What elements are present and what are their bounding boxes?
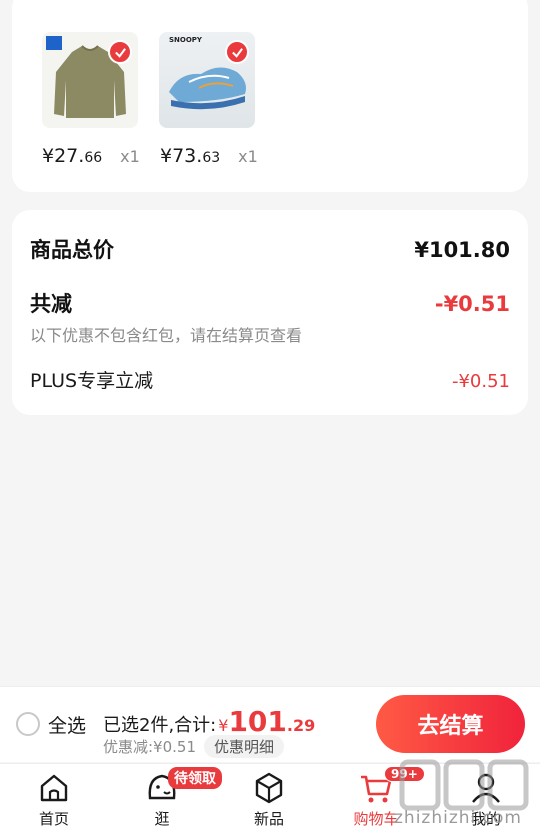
discount-note: 以下优惠不包含红包，请在结算页查看 bbox=[30, 326, 303, 345]
selected-text: 已选2件,合计: bbox=[103, 715, 217, 736]
selected-check-icon[interactable] bbox=[108, 40, 132, 64]
home-icon bbox=[40, 774, 68, 802]
tab-new-label: 新品 bbox=[253, 810, 284, 828]
cube-icon bbox=[255, 772, 283, 804]
total-fraction: .29 bbox=[286, 716, 316, 735]
cart-item-thumbnail[interactable] bbox=[42, 32, 138, 128]
item-price: ¥27. 66 x1 bbox=[42, 145, 140, 167]
discount-line: 优惠减:¥0.51 优惠明细 bbox=[103, 735, 285, 758]
item-quantity: x1 bbox=[238, 147, 258, 166]
price-decimal: 63 bbox=[202, 150, 221, 166]
total-row: 商品总价 ¥101.80 bbox=[30, 234, 510, 264]
item-quantity: x1 bbox=[120, 147, 140, 166]
tab-cart-label: 购物车 bbox=[353, 810, 399, 828]
tab-home[interactable]: 首页 bbox=[14, 764, 94, 836]
item-price: ¥73. 63 x1 bbox=[160, 145, 258, 167]
tab-home-label: 首页 bbox=[38, 810, 69, 828]
reduce-row: 共减 -¥0.51 bbox=[30, 288, 510, 318]
discount-text: 优惠减:¥0.51 bbox=[103, 738, 196, 756]
reduce-value: -¥0.51 bbox=[434, 292, 510, 316]
tab-new[interactable]: 新品 bbox=[229, 764, 309, 836]
select-all-radio[interactable] bbox=[16, 712, 40, 736]
total-currency: ¥ bbox=[218, 716, 229, 735]
total-label: 商品总价 bbox=[30, 238, 114, 262]
price-integer: ¥27. bbox=[42, 145, 85, 167]
select-all-label[interactable]: 全选 bbox=[48, 711, 86, 738]
total-integer: 101 bbox=[228, 705, 287, 738]
price-integer: ¥73. bbox=[160, 145, 203, 167]
cart-item-thumbnail[interactable]: SNOOPY bbox=[159, 32, 255, 128]
plus-label: PLUS专享立减 bbox=[30, 370, 154, 392]
selected-total: 已选2件,合计: ¥ 101 .29 bbox=[103, 705, 315, 738]
price-decimal: 66 bbox=[84, 150, 103, 166]
price-summary-card: 商品总价 ¥101.80 共减 -¥0.51 以下优惠不包含红包，请在结算页查看… bbox=[12, 210, 528, 415]
discount-detail-button[interactable]: 优惠明细 bbox=[204, 735, 285, 758]
plus-discount-row: PLUS专享立减 -¥0.51 bbox=[30, 366, 510, 393]
sweatshirt-image[interactable] bbox=[42, 32, 138, 128]
watermark-text: zhizhizhi.com bbox=[394, 808, 522, 828]
sneaker-image[interactable]: SNOOPY bbox=[159, 32, 255, 128]
browse-badge: 待领取 bbox=[168, 767, 222, 789]
total-value: ¥101.80 bbox=[414, 238, 510, 262]
checkout-bar: 全选 已选2件,合计: ¥ 101 .29 优惠减:¥0.51 优惠明细 去结算 bbox=[0, 686, 540, 762]
checkout-button[interactable]: 去结算 bbox=[376, 695, 525, 753]
selected-check-icon[interactable] bbox=[225, 40, 249, 64]
reduce-label: 共减 bbox=[30, 292, 72, 316]
tab-browse-label: 逛 bbox=[154, 810, 170, 828]
plus-value: -¥0.51 bbox=[451, 371, 510, 392]
